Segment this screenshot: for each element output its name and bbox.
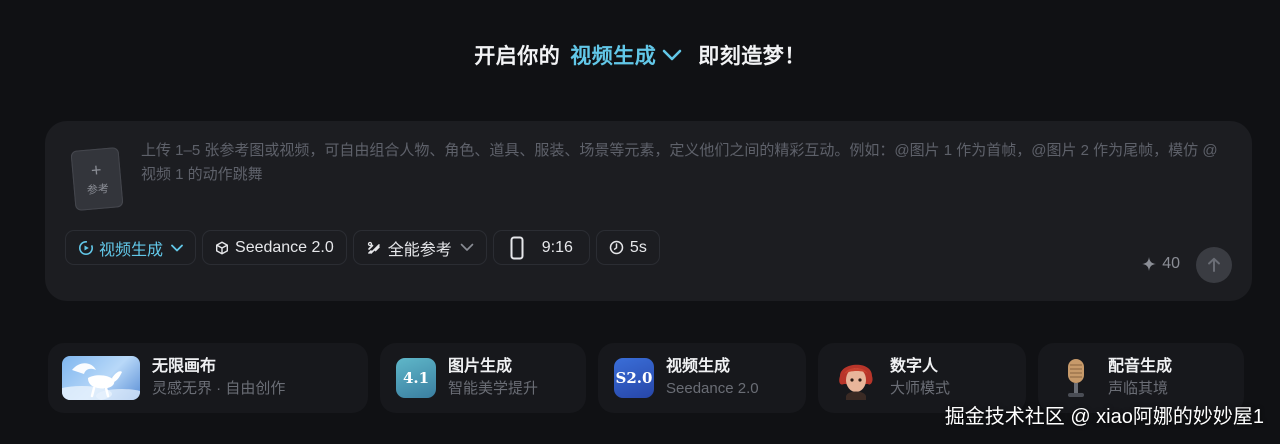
feature-title: 图片生成 bbox=[448, 358, 513, 375]
credits-count: 40 bbox=[1162, 255, 1180, 272]
mode-switcher-label: 视频生成 bbox=[570, 45, 657, 68]
aspect-ratio-label: 9:16 bbox=[541, 238, 573, 256]
arrow-up-icon bbox=[1208, 257, 1220, 272]
mode-switcher[interactable]: 视频生成 bbox=[570, 40, 682, 70]
chevron-down-icon bbox=[171, 244, 183, 251]
duration-label: 5s bbox=[629, 238, 647, 256]
mic-image bbox=[1068, 359, 1084, 397]
mode-select[interactable]: 视频生成 bbox=[65, 230, 197, 265]
model-select-label: Seedance 2.0 bbox=[235, 238, 334, 256]
cube-icon bbox=[216, 241, 229, 254]
feature-card-video-generation[interactable]: S2.0 视频生成 Seedance 2.0 bbox=[598, 343, 806, 413]
reference-mode-select[interactable]: 全能参考 bbox=[352, 230, 487, 265]
plus-icon: + bbox=[90, 159, 103, 181]
credits-indicator: 40 bbox=[1141, 255, 1180, 273]
pegasus-image bbox=[62, 363, 140, 400]
chevron-down-icon bbox=[662, 49, 682, 61]
feature-subtitle: Seedance 2.0 bbox=[666, 380, 759, 397]
feature-card-infinite-canvas[interactable]: 无限画布 灵感无界 · 自由创作 bbox=[48, 343, 368, 413]
chevron-down-icon bbox=[460, 243, 474, 251]
link-icon bbox=[367, 241, 380, 254]
feature-subtitle: 灵感无界 · 自由创作 bbox=[152, 380, 286, 397]
composer-toolbar: 视频生成 Seedance 2.0 全能参考 9:16 5s bbox=[65, 230, 660, 265]
pegasus-thumbnail bbox=[62, 356, 140, 400]
feature-title: 配音生成 bbox=[1108, 358, 1173, 375]
digital-human-avatar bbox=[834, 356, 878, 400]
model-select[interactable]: Seedance 2.0 bbox=[202, 230, 347, 265]
aspect-ratio-select[interactable]: 9:16 bbox=[492, 230, 590, 265]
watermark: 掘金技术社区 @ xiao阿娜的妙妙屋1 bbox=[944, 406, 1264, 428]
avatar-icon bbox=[839, 364, 873, 400]
headline-prefix: 开启你的 bbox=[474, 45, 561, 68]
video-gen-badge: S2.0 bbox=[615, 369, 653, 387]
headline: 开启你的 视频生成 即刻造梦！ bbox=[0, 40, 1280, 70]
prompt-composer: + 参考 上传 1–5 张参考图或视频，可自由组合人物、角色、道具、服装、场景等… bbox=[45, 121, 1252, 301]
feature-subtitle: 智能美学提升 bbox=[448, 380, 539, 397]
portrait-rect-icon bbox=[510, 236, 524, 259]
reference-card: + 参考 bbox=[70, 147, 124, 211]
feature-title: 视频生成 bbox=[666, 358, 731, 375]
mode-select-label: 视频生成 bbox=[99, 241, 164, 259]
headline-suffix: 即刻造梦！ bbox=[698, 45, 806, 68]
image-gen-badge-icon: 4.1 bbox=[396, 358, 436, 398]
clock-icon bbox=[609, 240, 624, 255]
feature-title: 无限画布 bbox=[152, 358, 217, 375]
feature-subtitle: 声临其境 bbox=[1108, 380, 1169, 397]
reference-mode-label: 全能参考 bbox=[387, 241, 452, 259]
reference-upload-button[interactable]: + 参考 bbox=[69, 145, 125, 211]
microphone-icon bbox=[1056, 356, 1096, 400]
feature-card-image-generation[interactable]: 4.1 图片生成 智能美学提升 bbox=[380, 343, 586, 413]
play-circle-icon bbox=[79, 240, 93, 255]
sparkle-icon bbox=[1142, 257, 1157, 271]
feature-title: 数字人 bbox=[890, 358, 939, 375]
feature-subtitle: 大师模式 bbox=[890, 380, 951, 397]
reference-label: 参考 bbox=[86, 183, 110, 197]
send-button[interactable] bbox=[1196, 247, 1232, 283]
prompt-input[interactable]: 上传 1–5 张参考图或视频，可自由组合人物、角色、道具、服装、场景等元素，定义… bbox=[141, 139, 1231, 187]
image-gen-badge: 4.1 bbox=[402, 369, 430, 387]
duration-select[interactable]: 5s bbox=[595, 230, 660, 265]
video-gen-badge-icon: S2.0 bbox=[614, 358, 654, 398]
